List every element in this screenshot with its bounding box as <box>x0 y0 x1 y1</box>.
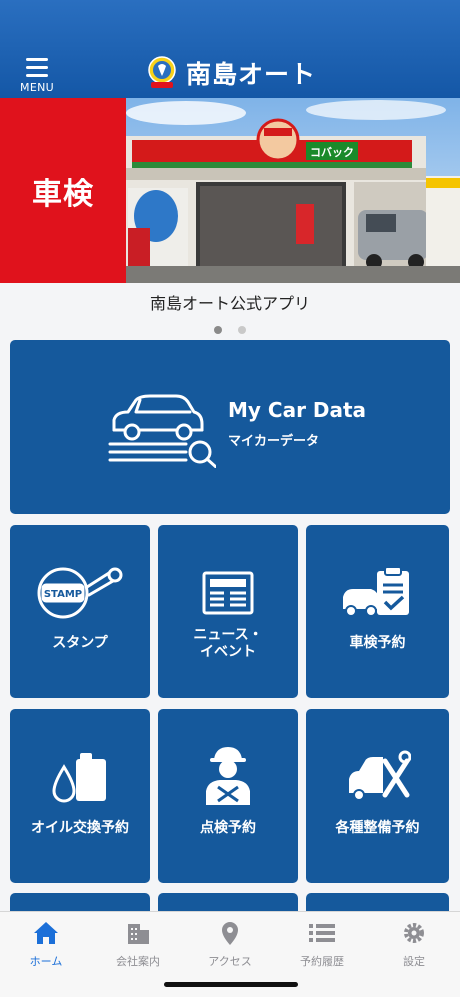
tab-company-label: 会社案内 <box>116 955 160 968</box>
periodic-check-reservation-button[interactable]: 点検予約 <box>158 709 298 883</box>
shop-photo: コバック <box>126 98 460 283</box>
tab-reservation-history-label: 予約履歴 <box>300 955 344 968</box>
menu-label: MENU <box>20 81 54 94</box>
stamp-icon: STAMP <box>37 567 123 619</box>
tab-home[interactable]: ホーム <box>0 920 92 969</box>
brand-logo-icon <box>148 56 176 88</box>
hamburger-icon <box>18 58 56 77</box>
home-indicator <box>164 982 298 987</box>
newspaper-icon <box>202 571 254 615</box>
carousel-dot-2[interactable] <box>237 326 246 334</box>
map-pin-icon <box>222 922 238 945</box>
tab-settings-label: 設定 <box>403 955 425 968</box>
my-car-data-title: My Car Data <box>228 398 367 422</box>
list-icon <box>309 924 335 942</box>
tab-company[interactable]: 会社案内 <box>92 920 184 969</box>
brand: 南島オート <box>146 54 316 92</box>
app-header: MENU 南島オート <box>0 0 460 98</box>
banner-label-panel: 車検 <box>0 98 126 283</box>
vehicle-inspection-reservation-label: 車検予約 <box>349 635 406 651</box>
stamp-label: スタンプ <box>52 635 108 651</box>
news-events-label-line2: イベント <box>200 644 256 660</box>
banner-label: 車検 <box>32 176 94 212</box>
home-icon <box>34 922 58 944</box>
car-clipboard-icon <box>342 566 409 617</box>
carousel-dot-1[interactable] <box>214 326 223 334</box>
oil-change-reservation-label: オイル交換予約 <box>31 820 129 836</box>
maintenance-reservation-label: 各種整備予約 <box>335 820 420 836</box>
tab-access[interactable]: アクセス <box>184 920 276 969</box>
shop-sign-text: コバック <box>310 146 354 159</box>
car-search-icon <box>108 394 216 468</box>
my-car-data-subtitle: マイカーデータ <box>228 434 320 449</box>
oil-change-reservation-button[interactable]: オイル交換予約 <box>10 709 150 883</box>
news-events-label-line1: ニュース・ <box>193 627 263 643</box>
maintenance-reservation-button[interactable]: 各種整備予約 <box>306 709 449 883</box>
carousel-dots[interactable] <box>0 319 460 338</box>
tab-reservation-history[interactable]: 予約履歴 <box>276 920 368 969</box>
tab-settings[interactable]: 設定 <box>368 920 460 969</box>
periodic-check-reservation-label: 点検予約 <box>200 820 256 836</box>
tab-home-label: ホーム <box>29 955 63 968</box>
banner-carousel[interactable]: 車検 コバック <box>0 98 460 283</box>
car-tools-icon <box>348 750 411 801</box>
vehicle-inspection-reservation-button[interactable]: 車検予約 <box>306 525 449 698</box>
brand-name: 南島オート <box>186 60 317 89</box>
stamp-badge-text: STAMP <box>44 589 82 600</box>
news-events-button[interactable]: ニュース・ イベント <box>158 525 298 698</box>
mechanic-icon <box>206 747 250 805</box>
stamp-button[interactable]: STAMP スタンプ <box>10 525 150 698</box>
tab-access-label: アクセス <box>208 955 252 968</box>
menu-button[interactable]: MENU <box>18 56 56 94</box>
gear-icon <box>404 923 424 943</box>
oil-can-icon <box>52 753 106 803</box>
my-car-data-button[interactable]: My Car Data マイカーデータ <box>10 340 450 514</box>
banner-caption: 南島オート公式アプリ <box>149 294 310 313</box>
building-icon <box>128 924 149 944</box>
